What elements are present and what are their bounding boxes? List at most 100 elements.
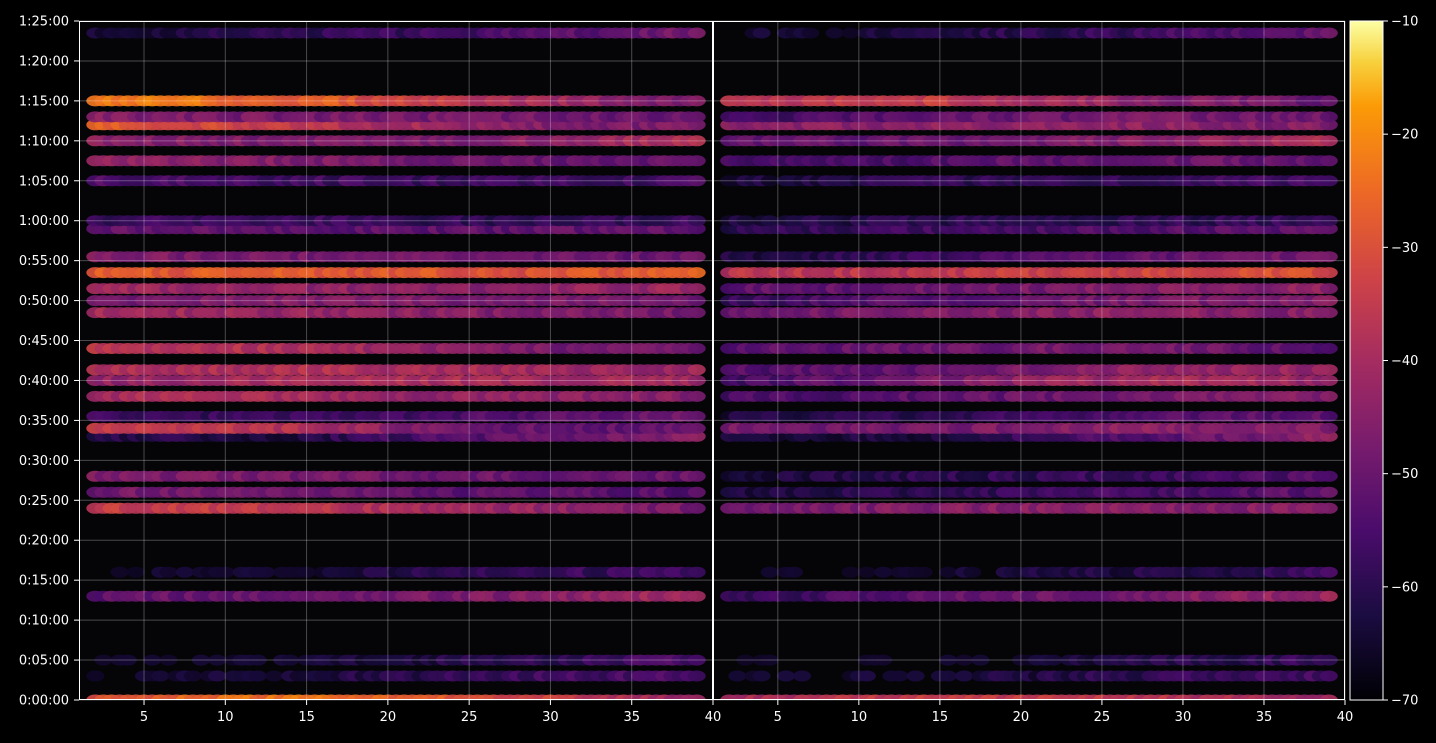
heatmap-cell <box>1319 155 1338 167</box>
heatmap-cell <box>857 670 876 682</box>
y-tick-label: 0:40:00 <box>19 374 69 389</box>
heatmap-cell <box>793 670 812 682</box>
colorbar-tick-label: −60 <box>1391 580 1418 595</box>
x-tick-label: 35 <box>1256 710 1273 725</box>
heatmap-cell <box>256 566 275 578</box>
heatmap-cell <box>1319 670 1338 682</box>
heatmap-cell <box>1319 343 1338 354</box>
heatmap-cell <box>687 670 706 682</box>
x-tick-label: 30 <box>1175 710 1192 725</box>
heatmap-cell <box>801 27 820 39</box>
heatmap-cell <box>939 566 957 578</box>
heatmap-cell <box>963 566 982 578</box>
heatmap-cell <box>1319 27 1338 39</box>
heatmap-cell <box>890 670 909 682</box>
colorbar-tick-label: −10 <box>1391 15 1418 30</box>
y-tick-label: 0:25:00 <box>19 494 69 509</box>
y-tick-label: 0:50:00 <box>19 294 69 309</box>
x-tick-label: 20 <box>1013 710 1030 725</box>
heatmap-cell <box>1319 267 1338 279</box>
y-tick-label: 1:25:00 <box>19 15 69 30</box>
y-tick-label: 0:15:00 <box>19 574 69 589</box>
colorbar: −10 −20 −30 −40 −50 −60 −70 <box>1349 15 1418 709</box>
heatmap-cell <box>1319 590 1338 602</box>
heatmap-cell <box>110 566 129 578</box>
heatmap-cell <box>1319 422 1338 434</box>
x-tick-label: 20 <box>380 710 397 725</box>
heatmap-cell <box>687 111 706 123</box>
y-tick-label: 0:00:00 <box>19 694 69 709</box>
heatmap-cell <box>1319 307 1338 319</box>
x-tick-label: 5 <box>140 710 148 725</box>
x-tick-label: 25 <box>461 710 478 725</box>
y-tick-label: 1:05:00 <box>19 174 69 189</box>
heatmap-cell <box>687 486 706 498</box>
x-tick-label: 15 <box>298 710 315 725</box>
x-tick-label: 5 <box>774 710 782 725</box>
heatmap-cell <box>785 566 803 578</box>
heatmap-cell <box>1319 566 1338 578</box>
heatmap-cell <box>728 670 747 682</box>
heatmap-cell <box>1319 390 1338 402</box>
heatmap-cell <box>175 566 194 578</box>
colorbar-tick-label: −70 <box>1391 694 1418 709</box>
heatmap-cell <box>208 670 227 682</box>
y-tick-label: 1:15:00 <box>19 94 69 109</box>
heatmap-cell <box>687 470 706 482</box>
heatmap-cell <box>687 422 706 434</box>
y-tick-label: 0:55:00 <box>19 254 69 269</box>
y-tick-label: 1:10:00 <box>19 134 69 149</box>
y-tick-label: 0:20:00 <box>19 534 69 549</box>
x-tick-label: 15 <box>932 710 949 725</box>
colorbar-tick-label: −40 <box>1391 354 1418 369</box>
colorbar-tick-label: −30 <box>1391 241 1418 256</box>
heatmap-cell <box>752 27 771 39</box>
heatmap-cell <box>86 670 105 682</box>
heatmap-cell <box>1319 486 1338 498</box>
heatmap-cell <box>914 566 933 578</box>
spectrogram-figure: 0:00:00 0:05:00 0:10:00 0:15:00 0:20:00 0:25:… <box>0 0 1436 739</box>
heatmap-cell <box>183 670 202 682</box>
x-tick-label: 10 <box>851 710 868 725</box>
y-tick-label: 0:45:00 <box>19 334 69 349</box>
colorbar-tick-label: −20 <box>1391 128 1418 143</box>
x-axis: 5 10 15 20 25 30 35 40 5 10 15 20 25 30 35 40 <box>140 700 1353 725</box>
heatmap-cell <box>776 670 795 682</box>
x-tick-label: 30 <box>542 710 559 725</box>
x-tick-label: 10 <box>217 710 234 725</box>
y-tick-label: 1:00:00 <box>19 214 69 229</box>
heatmap-cell <box>1319 364 1338 376</box>
x-tick-label: 40 <box>705 710 722 725</box>
heatmap-cell <box>752 670 771 682</box>
y-tick-label: 0:30:00 <box>19 454 69 469</box>
heatmap-cell <box>841 566 860 578</box>
heatmap-cell <box>1319 502 1338 514</box>
heatmap-cell <box>760 566 779 578</box>
x-tick-label: 40 <box>1337 710 1354 725</box>
x-tick-label: 35 <box>623 710 640 725</box>
heatmap-cell <box>1319 111 1338 123</box>
heatmap-cell <box>687 343 706 354</box>
y-axis: 0:00:00 0:05:00 0:10:00 0:15:00 0:20:00 0:25:… <box>19 15 79 709</box>
colorbar-tick-label: −50 <box>1391 467 1418 482</box>
y-tick-label: 0:10:00 <box>19 614 69 629</box>
heatmap-cell <box>687 502 706 514</box>
heatmap-cell <box>687 27 706 39</box>
heatmap-cell <box>687 566 706 578</box>
heatmap-cell <box>687 590 706 602</box>
heatmap-cell <box>687 307 706 319</box>
y-tick-label: 1:20:00 <box>19 54 69 69</box>
chart-svg: 0:00:00 0:05:00 0:10:00 0:15:00 0:20:00 0:25:… <box>19 15 1419 726</box>
heatmap-cell <box>760 470 779 482</box>
y-tick-label: 0:05:00 <box>19 654 69 669</box>
heatmap-cell <box>1319 470 1338 482</box>
heatmap-cell <box>687 364 706 376</box>
heatmap-cell <box>955 670 974 682</box>
heatmap-cell <box>906 670 925 682</box>
heatmap-cell <box>687 155 706 167</box>
heatmap-cell <box>687 283 706 295</box>
heatmap-cell <box>126 566 145 578</box>
heatmap-cell <box>857 566 876 578</box>
heatmap-cell <box>841 27 860 39</box>
heatmap-cell <box>825 27 844 39</box>
